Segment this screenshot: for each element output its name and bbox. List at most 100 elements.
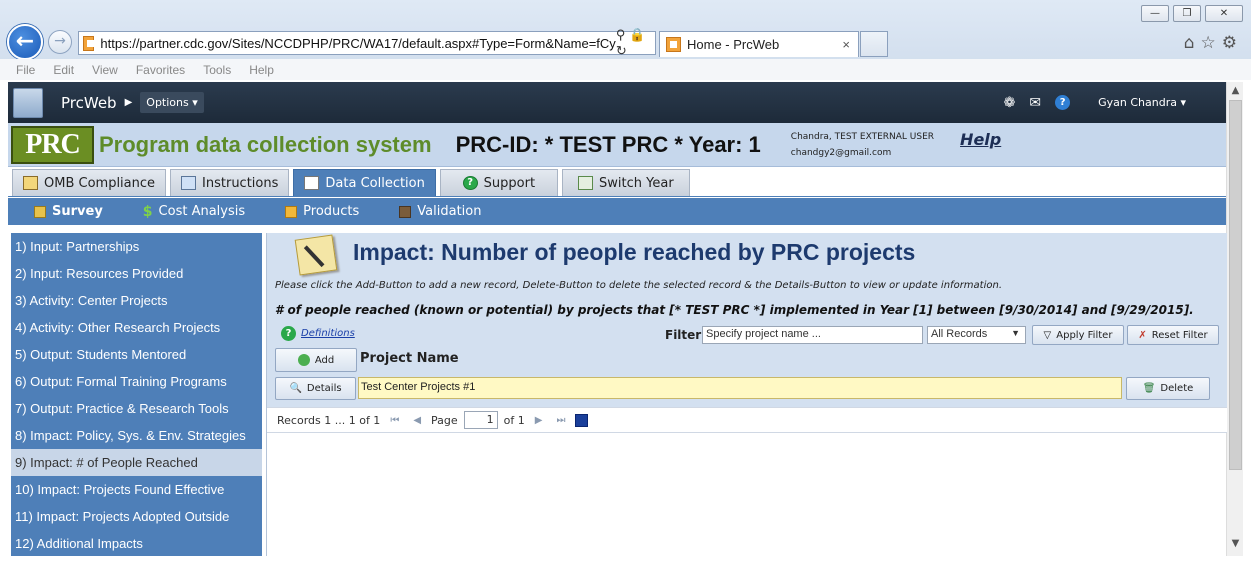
switch-icon <box>578 176 594 190</box>
page-label: Page <box>431 413 458 427</box>
next-page-icon[interactable]: ▶ <box>535 415 543 426</box>
scroll-up-icon[interactable]: ▲ <box>1229 85 1242 96</box>
subtab-label: Survey <box>52 204 103 219</box>
last-page-icon[interactable]: ⏭ <box>556 415 565 426</box>
subtab-cost-analysis[interactable]: $ Cost Analysis <box>143 204 245 220</box>
search-icon[interactable]: ⚲ <box>616 27 630 42</box>
address-bar-icons[interactable]: ⚲🔒↻ <box>616 27 655 59</box>
lock-icon[interactable]: 🔒 <box>629 27 649 42</box>
tab-instructions[interactable]: Instructions <box>170 169 290 196</box>
folder-icon <box>285 205 298 218</box>
definitions-link[interactable]: Definitions <box>301 328 355 339</box>
sidebar-item-training[interactable]: 6) Output: Formal Training Programs <box>11 368 262 395</box>
browser-tools: ⌂☆⚙ <box>1184 33 1243 53</box>
tag-icon[interactable]: ❁ <box>1004 95 1016 111</box>
minimize-button[interactable]: — <box>1141 5 1169 22</box>
forward-button[interactable]: → <box>48 30 72 54</box>
reset-filter-icon: ✗ <box>1138 329 1147 341</box>
tab-omb-compliance[interactable]: OMB Compliance <box>12 169 167 196</box>
site-favicon-icon <box>83 35 95 51</box>
menu-edit[interactable]: Edit <box>53 63 74 77</box>
sidebar-item-partnerships[interactable]: 1) Input: Partnerships <box>11 233 262 260</box>
prev-page-icon[interactable]: ◀ <box>413 415 421 426</box>
trash-icon: 🗑 <box>1142 383 1156 394</box>
menu-tools[interactable]: Tools <box>203 63 231 77</box>
user-info-name: Chandra, TEST EXTERNAL USER <box>790 131 935 142</box>
browser-tab-home[interactable]: Home - PrcWeb × <box>659 31 859 57</box>
help-link[interactable]: Help <box>960 130 1001 149</box>
tab-support[interactable]: ? Support <box>439 169 558 196</box>
app-top-bar: PrcWeb ▶ Options ▾ ❁ ✉ ? Gyan Chandra ▾ <box>8 82 1226 123</box>
sidebar-item-resources[interactable]: 2) Input: Resources Provided <box>11 260 262 287</box>
subtab-label: Cost Analysis <box>158 204 246 219</box>
sidebar-item-people-reached[interactable]: 9) Impact: # of People Reached <box>11 449 262 476</box>
menu-help[interactable]: Help <box>249 63 274 77</box>
tab-favicon-icon <box>666 37 681 52</box>
tab-close-icon[interactable]: × <box>842 37 850 52</box>
gear-icon[interactable]: ⚙ <box>1222 33 1243 53</box>
close-window-button[interactable]: ✕ <box>1205 5 1243 22</box>
definitions: ? Definitions <box>281 326 355 341</box>
back-button[interactable]: ← <box>7 24 43 60</box>
help-icon[interactable]: ? <box>1055 95 1071 110</box>
arrow-left-icon: ← <box>15 29 35 54</box>
page-scrollbar[interactable]: ▲ ▼ <box>1226 82 1243 556</box>
restore-button[interactable]: ❒ <box>1173 5 1201 22</box>
url-text[interactable]: https://partner.cdc.gov/Sites/NCCDPHP/PR… <box>100 36 615 51</box>
app-logo-icon[interactable] <box>13 87 43 118</box>
delete-button[interactable]: 🗑 Delete <box>1126 377 1210 400</box>
subtab-survey[interactable]: Survey <box>34 204 103 219</box>
subtab-products[interactable]: Products <box>285 204 359 219</box>
sidebar-item-policy[interactable]: 8) Impact: Policy, Sys. & Env. Strategie… <box>11 422 262 449</box>
top-bar-icons: ❁ ✉ ? Gyan Chandra ▾ <box>1004 95 1226 111</box>
home-icon[interactable]: ⌂ <box>1184 33 1201 53</box>
records-count: Records 1 ... 1 of 1 <box>277 413 381 427</box>
sidebar-item-effective[interactable]: 10) Impact: Projects Found Effective <box>11 476 262 503</box>
page-number-input[interactable]: 1 <box>463 411 498 429</box>
reset-filter-button[interactable]: ✗ Reset Filter <box>1127 325 1219 345</box>
options-menu[interactable]: Options ▾ <box>140 92 204 113</box>
arrow-right-icon: → <box>54 33 66 49</box>
address-bar[interactable]: https://partner.cdc.gov/Sites/NCCDPHP/PR… <box>78 27 656 58</box>
first-page-icon[interactable]: ⏮ <box>390 415 399 426</box>
document-icon <box>23 176 38 190</box>
pencil-icon <box>34 205 46 218</box>
add-label: Add <box>314 354 335 366</box>
app-name[interactable]: PrcWeb <box>61 94 117 112</box>
browser-chrome: — ❒ ✕ ← → https://partner.cdc.gov/Sites/… <box>0 0 1251 80</box>
filter-input[interactable]: Specify project name ... <box>702 326 923 344</box>
sidebar-item-tools[interactable]: 7) Output: Practice & Research Tools <box>11 395 262 422</box>
save-icon[interactable] <box>575 413 589 427</box>
scroll-thumb[interactable] <box>1229 100 1242 470</box>
options-label: Options <box>146 96 189 109</box>
prc-logo: PRC <box>11 125 94 164</box>
tab-data-collection[interactable]: Data Collection <box>293 169 436 196</box>
chat-icon[interactable]: ✉ <box>1029 95 1041 111</box>
star-icon[interactable]: ☆ <box>1201 33 1222 53</box>
refresh-icon[interactable]: ↻ <box>616 43 631 58</box>
records-select[interactable]: All Records ▼ <box>927 326 1026 344</box>
apply-filter-button[interactable]: ▽ Apply Filter <box>1032 325 1124 345</box>
page-of-text: of 1 <box>503 413 525 427</box>
add-button[interactable]: Add <box>275 348 357 372</box>
menu-view[interactable]: View <box>92 63 118 77</box>
menu-favorites[interactable]: Favorites <box>136 63 185 77</box>
user-menu[interactable]: Gyan Chandra ▾ <box>1098 96 1186 109</box>
sidebar-item-students[interactable]: 5) Output: Students Mentored <box>11 341 262 368</box>
instructions-text: Please click the Add-Button to add a new… <box>275 280 1003 291</box>
new-tab-button[interactable] <box>860 31 888 57</box>
sidebar-item-additional[interactable]: 12) Additional Impacts <box>11 530 262 557</box>
user-info-email: chandgy2@gmail.com <box>790 147 892 158</box>
project-name-field[interactable]: Test Center Projects #1 <box>358 377 1122 399</box>
subtab-validation[interactable]: Validation <box>399 204 482 219</box>
tab-switch-year[interactable]: Switch Year <box>561 169 690 196</box>
scroll-down-icon[interactable]: ▼ <box>1229 538 1242 549</box>
question-icon: ? <box>462 176 478 190</box>
browser-menubar: File Edit View Favorites Tools Help <box>0 59 1251 80</box>
records-select-value: All Records <box>931 328 988 340</box>
sidebar-item-center-projects[interactable]: 3) Activity: Center Projects <box>11 287 262 314</box>
menu-file[interactable]: File <box>16 63 35 77</box>
sidebar-item-adopted[interactable]: 11) Impact: Projects Adopted Outside <box>11 503 262 530</box>
details-button[interactable]: 🔍 Details <box>275 377 356 400</box>
sidebar-item-other-research[interactable]: 4) Activity: Other Research Projects <box>11 314 262 341</box>
